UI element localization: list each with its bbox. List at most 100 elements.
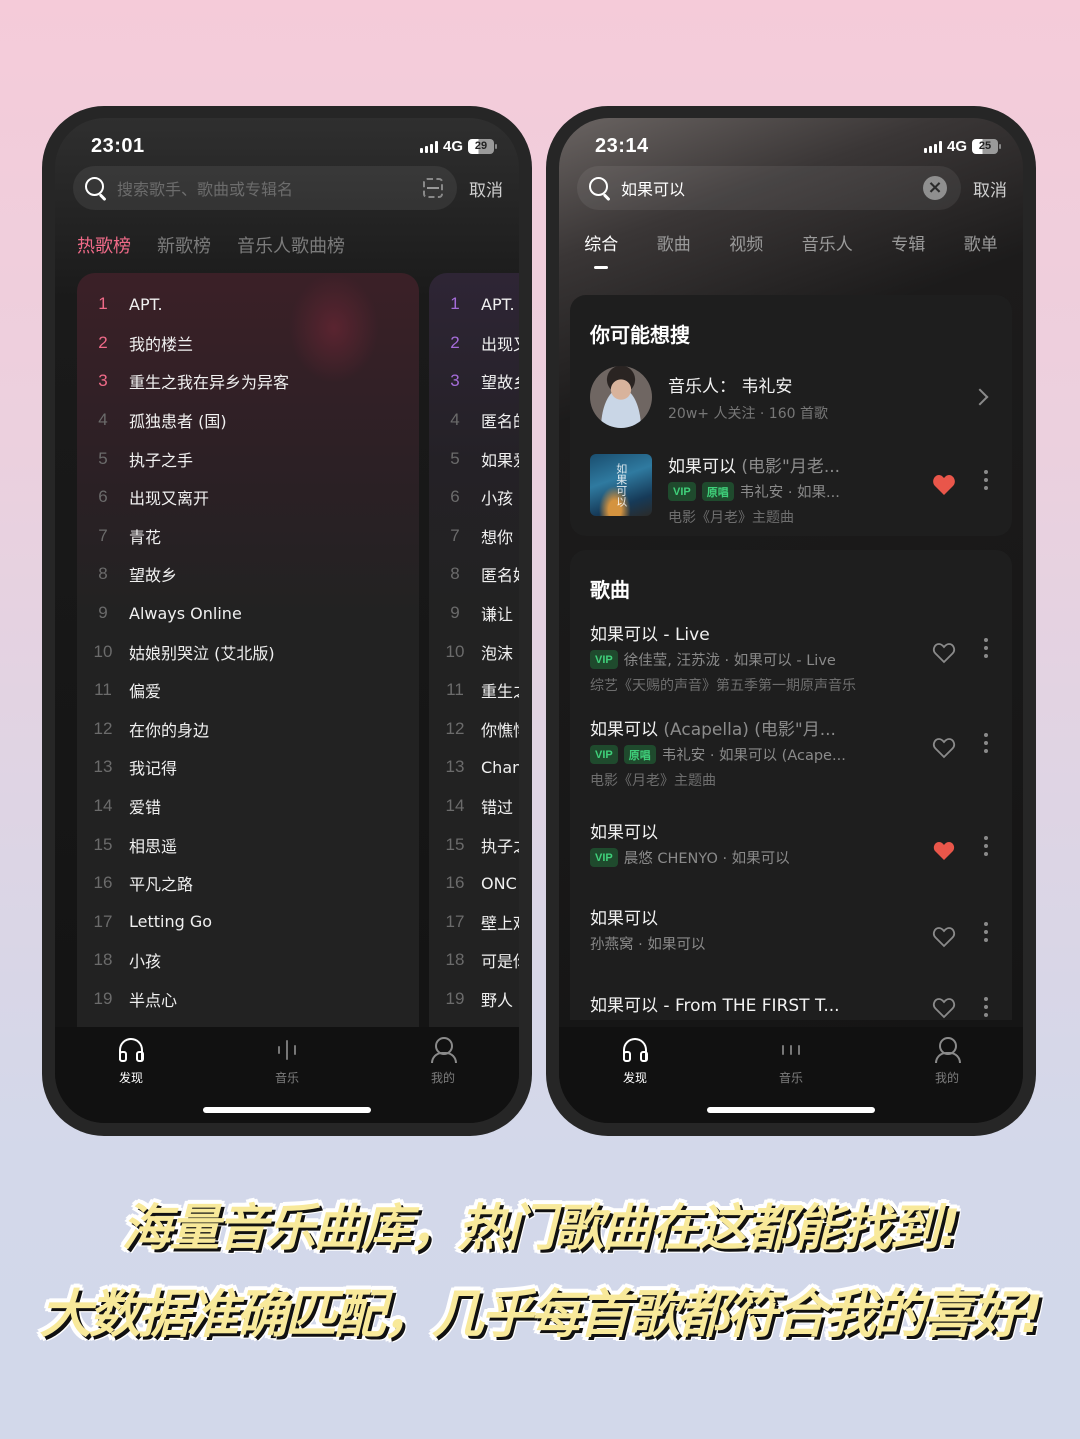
song-result[interactable]: 如果可以 - From THE FIRST T... — [590, 991, 998, 1019]
chart-row[interactable]: 19 野人 — [429, 980, 519, 1019]
more-icon[interactable] — [984, 997, 988, 1017]
chart-row[interactable]: 2 出现又 — [429, 324, 519, 363]
artist-result[interactable]: 音乐人： 韦礼安 20w+ 人关注 · 160 首歌 — [590, 365, 992, 429]
more-icon[interactable] — [984, 836, 988, 856]
chart-row[interactable]: 11 重生之 — [429, 671, 519, 710]
heart-outline-icon[interactable] — [932, 642, 956, 664]
chart-row[interactable]: 17 Letting Go — [77, 903, 419, 942]
tab-videos[interactable]: 视频 — [729, 230, 763, 255]
tab-discover[interactable]: 发现 — [595, 1035, 675, 1086]
rank-title: 青花 — [129, 527, 162, 547]
rank-number: 7 — [98, 525, 108, 545]
tab-hot-chart[interactable]: 热歌榜 — [77, 232, 131, 258]
chart-row[interactable]: 14 错过 — [429, 787, 519, 826]
rank-title: 错过 — [481, 798, 514, 818]
tab-artists[interactable]: 音乐人 — [802, 230, 853, 255]
songs-card: 歌曲 如果可以 - Live VIP 徐佳莹, 汪苏泷 · 如果可以 - Live 综… — [570, 550, 1012, 1020]
battery-icon: 29 — [468, 138, 497, 154]
chart-row[interactable]: 3 望故乡 — [429, 362, 519, 401]
chart-row[interactable]: 7 想你 — [429, 517, 519, 556]
rank-number: 17 — [445, 911, 465, 931]
more-icon[interactable] — [984, 922, 988, 942]
rank-title: 你憔悴 — [481, 720, 519, 740]
song-title: 如果可以 — [590, 720, 658, 740]
heart-filled-icon[interactable] — [932, 840, 956, 862]
rank-title: 出现又 — [481, 334, 519, 354]
cancel-button[interactable]: 取消 — [973, 166, 1007, 210]
tab-albums[interactable]: 专辑 — [891, 230, 925, 255]
chart-row[interactable]: 7 青花 — [77, 517, 419, 556]
song-result[interactable]: 如果可以 VIP 晨悠 CHENYO · 如果可以 — [590, 818, 998, 868]
search-input[interactable]: 搜索歌手、歌曲或专辑名 — [73, 166, 457, 210]
chart-row[interactable]: 9 谦让 — [429, 594, 519, 633]
heart-filled-icon[interactable] — [932, 474, 956, 496]
rank-number: 4 — [98, 410, 108, 430]
tab-mine[interactable]: 我的 — [403, 1035, 483, 1086]
tab-songs[interactable]: 歌曲 — [657, 230, 691, 255]
tab-playlists[interactable]: 歌单 — [964, 230, 998, 255]
signal-icon — [923, 139, 942, 153]
more-icon[interactable] — [984, 470, 988, 490]
heart-outline-icon[interactable] — [932, 737, 956, 759]
chart-row[interactable]: 12 在你的身边 — [77, 710, 419, 749]
scan-icon[interactable] — [423, 178, 443, 198]
tab-all[interactable]: 综合 — [584, 230, 618, 255]
rank-title: 我的楼兰 — [129, 334, 194, 354]
chart-row[interactable]: 15 执子之 — [429, 825, 519, 864]
tab-music[interactable]: 音乐 — [751, 1035, 831, 1086]
rank-number: 6 — [450, 487, 460, 507]
chart-row[interactable]: 5 如果爱 — [429, 439, 519, 478]
home-indicator[interactable] — [203, 1107, 371, 1113]
chart-row[interactable]: 1 APT. — [77, 285, 419, 324]
chart-row[interactable]: 17 壁上观 — [429, 903, 519, 942]
tab-artist-chart[interactable]: 音乐人歌曲榜 — [237, 232, 345, 258]
suggested-song[interactable]: 如果可以 如果可以 (电影"月老... VIP 原唱 韦礼安 · 如果... 电… — [590, 452, 998, 527]
rank-title: Always Online — [129, 603, 242, 623]
heart-outline-icon[interactable] — [932, 926, 956, 948]
chart-row[interactable]: 4 孤独患者 (国) — [77, 401, 419, 440]
rank-number: 14 — [445, 796, 465, 816]
chart-row[interactable]: 13 我记得 — [77, 748, 419, 787]
chart-row[interactable]: 10 泡沫 — [429, 632, 519, 671]
song-result[interactable]: 如果可以 (Acapella) (电影"月... VIP 原唱 韦礼安 · 如果可以 … — [590, 715, 998, 790]
tab-discover[interactable]: 发现 — [91, 1035, 171, 1086]
chart-row[interactable]: 15 相思遥 — [77, 825, 419, 864]
chart-row[interactable]: 6 出现又离开 — [77, 478, 419, 517]
clear-icon[interactable]: × — [923, 176, 947, 200]
heart-outline-icon[interactable] — [932, 997, 956, 1019]
chart-row[interactable]: 4 匿名的 — [429, 401, 519, 440]
rank-number: 6 — [98, 487, 108, 507]
chart-row[interactable]: 16 ONC — [429, 864, 519, 903]
chart-row[interactable]: 11 偏爱 — [77, 671, 419, 710]
rank-title: 半点心 — [129, 990, 178, 1010]
chart-row[interactable]: 10 姑娘别哭泣 (艾北版) — [77, 632, 419, 671]
chart-row[interactable]: 9 Always Online — [77, 594, 419, 633]
headphones-icon — [623, 1038, 648, 1062]
rank-number: 3 — [450, 371, 460, 391]
song-result[interactable]: 如果可以 - Live VIP 徐佳莹, 汪苏泷 · 如果可以 - Live 综艺《天… — [590, 620, 998, 695]
chart-row[interactable]: 14 爱错 — [77, 787, 419, 826]
song-result[interactable]: 如果可以 孙燕窝 · 如果可以 — [590, 904, 998, 954]
chart-row[interactable]: 16 平凡之路 — [77, 864, 419, 903]
chart-row[interactable]: 18 可是你 — [429, 941, 519, 980]
chart-row[interactable]: 1 APT. — [429, 285, 519, 324]
tab-music[interactable]: 音乐 — [247, 1035, 327, 1086]
chart-row[interactable]: 3 重生之我在异乡为异客 — [77, 362, 419, 401]
chart-row[interactable]: 2 我的楼兰 — [77, 324, 419, 363]
song-title: 如果可以 — [590, 909, 658, 929]
home-indicator[interactable] — [707, 1107, 875, 1113]
chart-row[interactable]: 5 执子之手 — [77, 439, 419, 478]
chart-row[interactable]: 12 你憔悴 — [429, 710, 519, 749]
chart-row[interactable]: 6 小孩 — [429, 478, 519, 517]
search-input[interactable]: 如果可以 × — [577, 166, 961, 210]
tab-new-chart[interactable]: 新歌榜 — [157, 232, 211, 258]
chart-row[interactable]: 8 望故乡 — [77, 555, 419, 594]
tab-mine[interactable]: 我的 — [907, 1035, 987, 1086]
more-icon[interactable] — [984, 638, 988, 658]
chart-row[interactable]: 8 匿名好 — [429, 555, 519, 594]
cancel-button[interactable]: 取消 — [469, 166, 503, 210]
chart-row[interactable]: 19 半点心 — [77, 980, 419, 1019]
chart-row[interactable]: 18 小孩 — [77, 941, 419, 980]
more-icon[interactable] — [984, 733, 988, 753]
chart-row[interactable]: 13 Chan — [429, 748, 519, 787]
